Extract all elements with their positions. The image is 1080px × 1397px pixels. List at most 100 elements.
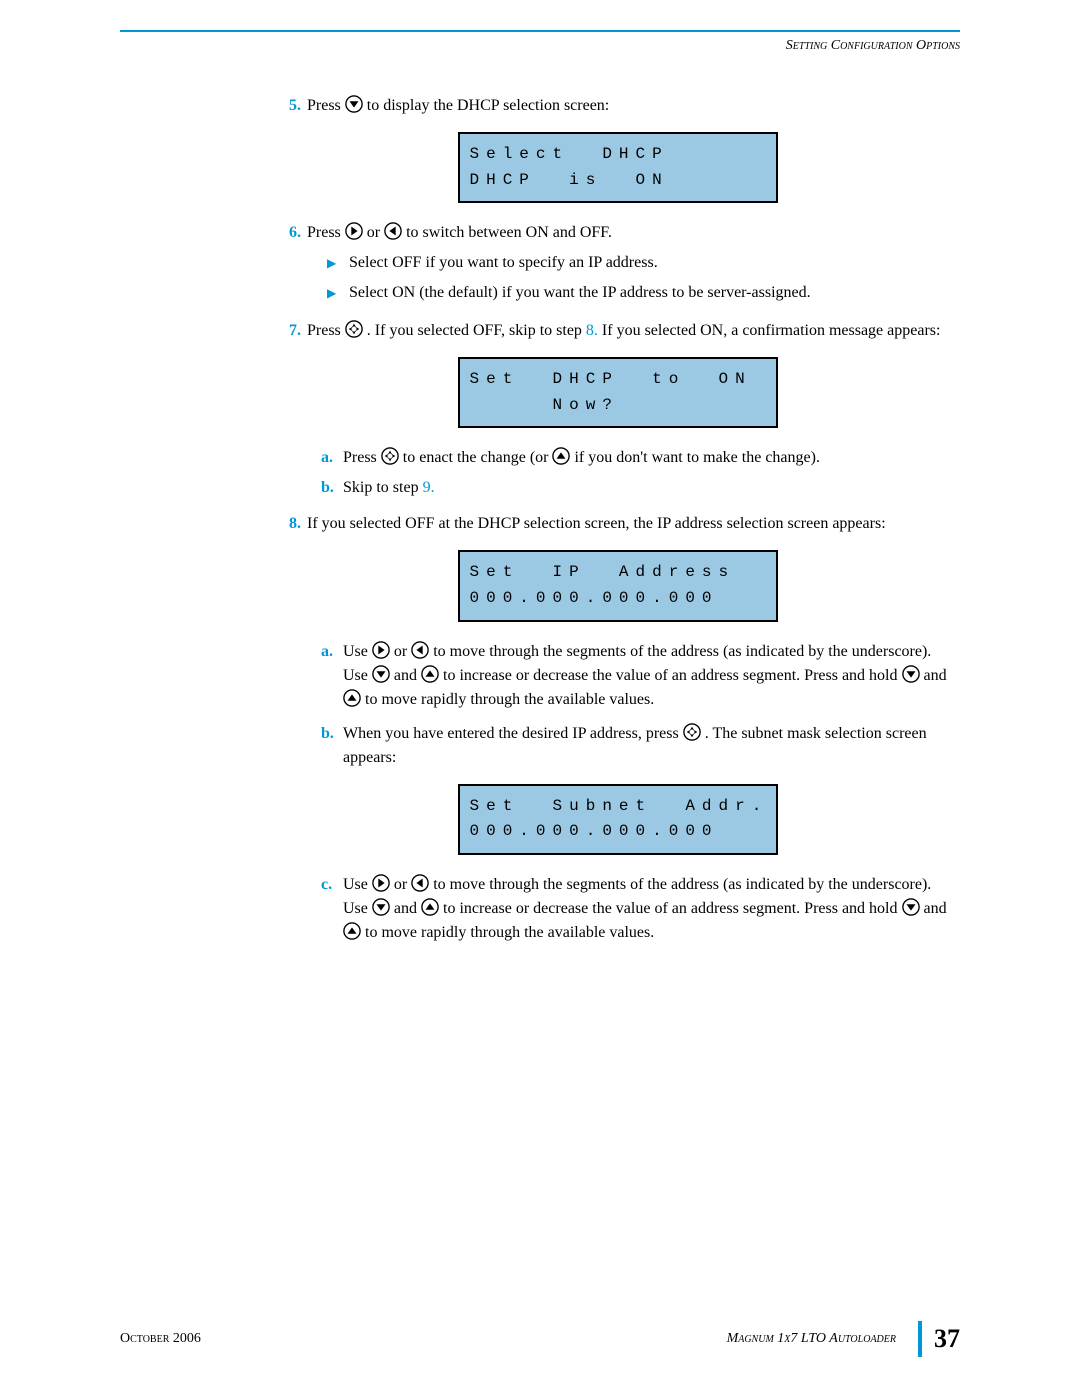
up-arrow-icon: [343, 689, 361, 707]
lcd-display-dhcp-confirm: Set DHCP to ON Now?: [458, 357, 778, 428]
text: if you don't want to make the change).: [574, 449, 819, 466]
step-number: 6.: [275, 221, 307, 311]
step-6: 6. Press or to switch between ON and OFF…: [275, 221, 960, 311]
left-arrow-icon: [411, 641, 429, 659]
substep-8c: c. Use or to move through the segments o…: [321, 873, 960, 945]
text: Use: [343, 876, 372, 893]
substep-letter: a.: [321, 643, 333, 660]
down-arrow-icon: [372, 898, 390, 916]
content-body: 5. Press to display the DHCP selection s…: [275, 94, 960, 945]
step-number: 5.: [275, 94, 307, 118]
bullet-item: ▶ Select ON (the default) if you want th…: [327, 281, 960, 305]
left-arrow-icon: [384, 222, 402, 240]
down-arrow-icon: [902, 898, 920, 916]
step-text: Press to display the DHCP selection scre…: [307, 94, 960, 118]
lcd-line: 000.000.000.000: [470, 586, 766, 612]
text: to switch between ON and OFF.: [406, 224, 612, 241]
text: to enact the change (or: [403, 449, 553, 466]
lcd-display-subnet: Set Subnet Addr. 000.000.000.000: [458, 784, 778, 855]
text: to increase or decrease the value of an …: [443, 667, 902, 684]
text: to display the DHCP selection screen:: [367, 97, 609, 114]
header-section-title: Setting Configuration Options: [120, 38, 960, 54]
step-number: 7.: [275, 319, 307, 343]
text: . If you selected OFF, skip to step: [367, 322, 586, 339]
footer-date: October 2006: [120, 1331, 201, 1347]
substep-7a: a. Press to enact the change (or if you …: [321, 446, 960, 470]
text: Press: [343, 449, 381, 466]
step-text: Press . If you selected OFF, skip to ste…: [307, 319, 960, 343]
lcd-line: DHCP is ON: [470, 168, 766, 194]
up-arrow-icon: [421, 665, 439, 683]
text: Select OFF if you want to specify an IP …: [349, 251, 960, 275]
up-arrow-icon: [552, 447, 570, 465]
lcd-line: Set Subnet Addr.: [470, 794, 766, 820]
step-text: If you selected OFF at the DHCP selectio…: [307, 512, 960, 536]
lcd-display-dhcp-select: Select DHCP DHCP is ON: [458, 132, 778, 203]
step-number: 8.: [275, 512, 307, 536]
text: or: [394, 643, 411, 660]
footer-right: Magnum 1x7 LTO Autoloader 37: [727, 1321, 960, 1357]
text: When you have entered the desired IP add…: [343, 725, 683, 742]
substep-letter: b.: [321, 725, 334, 742]
lcd-line: Select DHCP: [470, 142, 766, 168]
page: Setting Configuration Options 5. Press t…: [0, 0, 1080, 1397]
substep-letter: c.: [321, 876, 332, 893]
right-arrow-icon: [345, 222, 363, 240]
text: Press: [307, 322, 345, 339]
step-text: Press or to switch between ON and OFF. ▶…: [307, 221, 960, 311]
step-7: 7. Press . If you selected OFF, skip to …: [275, 319, 960, 343]
text: Use: [343, 643, 372, 660]
text: Skip to step: [343, 479, 423, 496]
up-arrow-icon: [343, 922, 361, 940]
enter-icon: [683, 723, 701, 741]
text: Press: [307, 224, 345, 241]
substep-text: Skip to step 9.: [343, 476, 960, 500]
substep-text: Use or to move through the segments of t…: [343, 873, 960, 945]
substep-8a: a. Use or to move through the segments o…: [321, 640, 960, 712]
lcd-line: 000.000.000.000: [470, 819, 766, 845]
text: Press: [307, 97, 345, 114]
text: and: [924, 667, 947, 684]
footer-divider: [918, 1321, 922, 1357]
text: to increase or decrease the value of an …: [443, 900, 902, 917]
left-arrow-icon: [411, 874, 429, 892]
lcd-display-ip-address: Set IP Address 000.000.000.000: [458, 550, 778, 621]
lcd-line: Set IP Address: [470, 560, 766, 586]
down-arrow-icon: [372, 665, 390, 683]
bullet-item: ▶ Select OFF if you want to specify an I…: [327, 251, 960, 275]
text: or: [394, 876, 411, 893]
enter-icon: [381, 447, 399, 465]
substep-letter: b.: [321, 479, 334, 496]
substep-8b: b. When you have entered the desired IP …: [321, 722, 960, 770]
up-arrow-icon: [421, 898, 439, 916]
header-rule: [120, 30, 960, 32]
substep-text: Press to enact the change (or if you don…: [343, 446, 960, 470]
text: Select ON (the default) if you want the …: [349, 281, 960, 305]
footer-product: Magnum 1x7 LTO Autoloader: [727, 1331, 896, 1347]
step-8: 8. If you selected OFF at the DHCP selec…: [275, 512, 960, 536]
substep-letter: a.: [321, 449, 333, 466]
page-footer: October 2006 Magnum 1x7 LTO Autoloader 3…: [120, 1321, 960, 1357]
page-number: 37: [934, 1324, 960, 1354]
substep-text: Use or to move through the segments of t…: [343, 640, 960, 712]
down-arrow-icon: [345, 95, 363, 113]
enter-icon: [345, 320, 363, 338]
text: and: [394, 667, 421, 684]
down-arrow-icon: [902, 665, 920, 683]
text: If you selected ON, a confirmation messa…: [602, 322, 941, 339]
text: to move rapidly through the available va…: [365, 691, 654, 708]
step-5: 5. Press to display the DHCP selection s…: [275, 94, 960, 118]
bullet-triangle-icon: ▶: [327, 286, 336, 300]
text: and: [394, 900, 421, 917]
step-link-8[interactable]: 8.: [586, 322, 598, 339]
lcd-line: Now?: [470, 393, 766, 419]
lcd-line: Set DHCP to ON: [470, 367, 766, 393]
bullet-triangle-icon: ▶: [327, 256, 336, 270]
substep-text: When you have entered the desired IP add…: [343, 722, 960, 770]
step-link-9[interactable]: 9.: [423, 479, 435, 496]
text: to move rapidly through the available va…: [365, 924, 654, 941]
right-arrow-icon: [372, 874, 390, 892]
text: or: [367, 224, 384, 241]
right-arrow-icon: [372, 641, 390, 659]
text: and: [924, 900, 947, 917]
